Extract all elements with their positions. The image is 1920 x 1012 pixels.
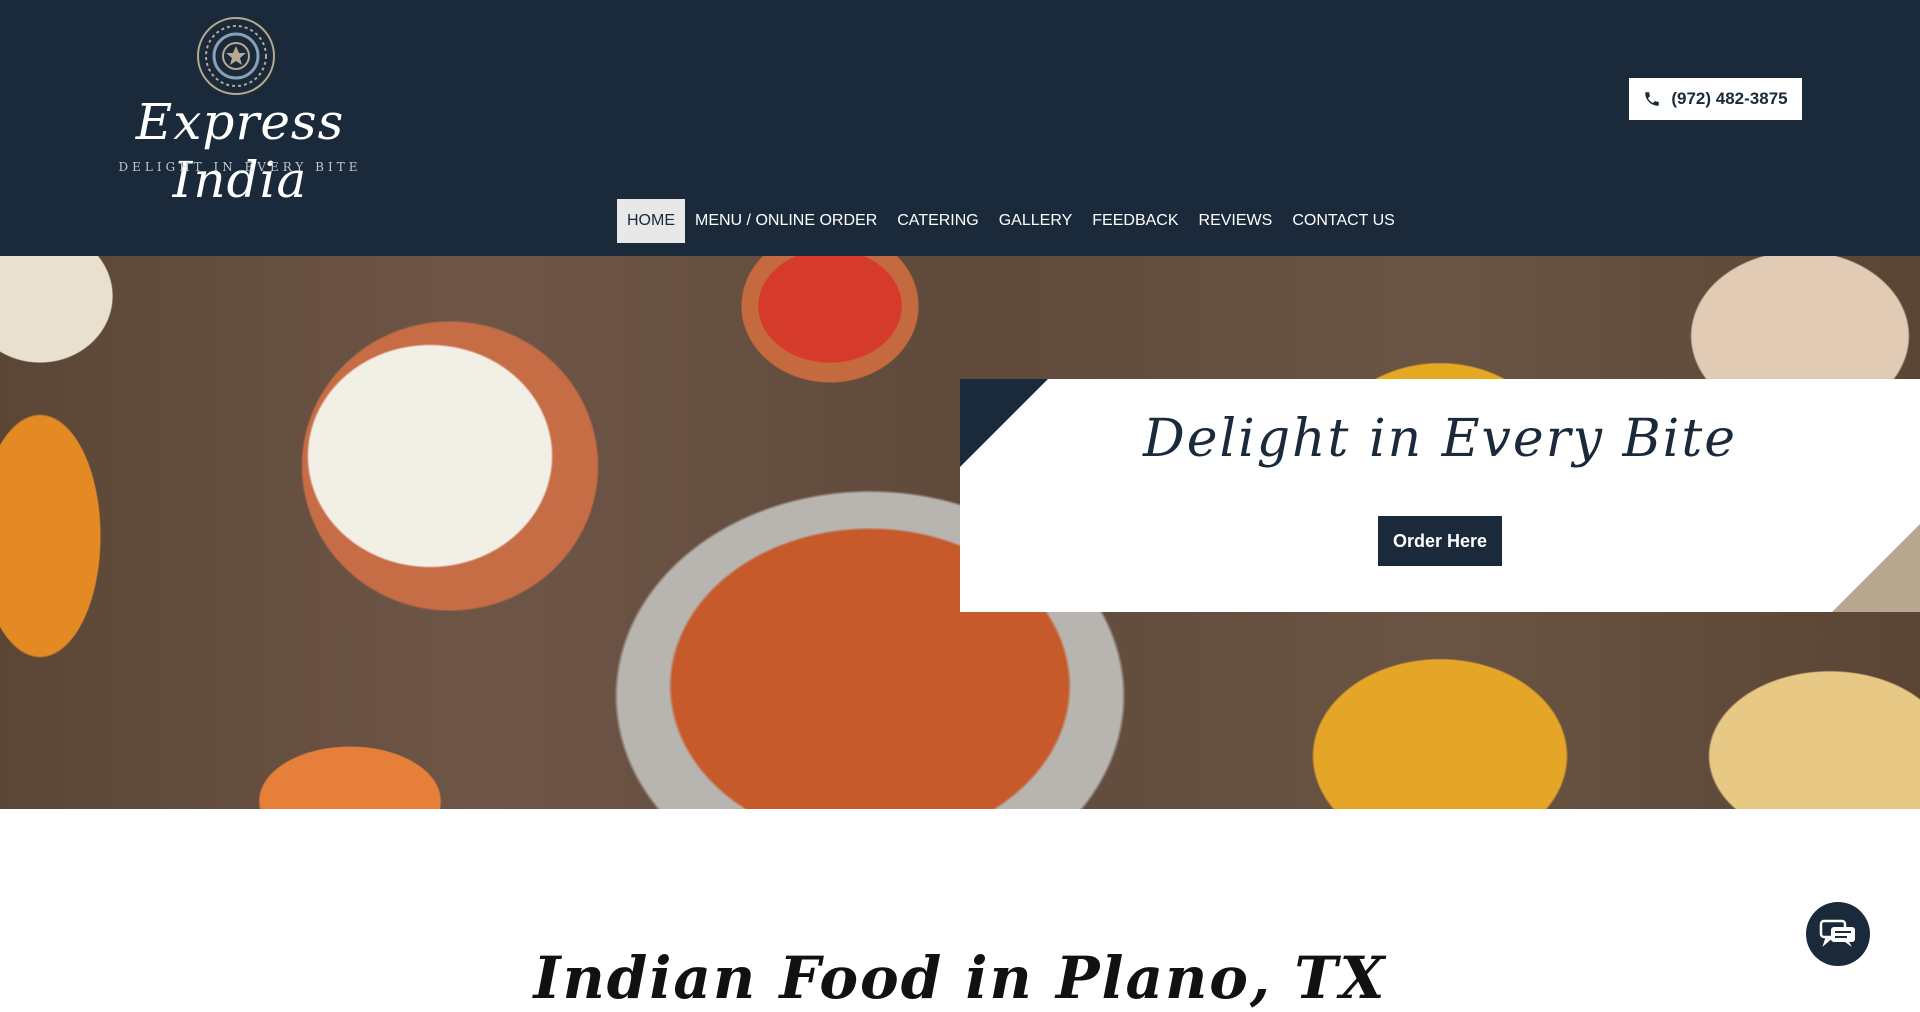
hero-banner: Delight in Every Bite Order Here xyxy=(0,256,1920,809)
nav-item-menu-online-order[interactable]: MENU / ONLINE ORDER xyxy=(685,199,887,243)
phone-button[interactable]: (972) 482-3875 xyxy=(1629,78,1802,120)
mandala-icon xyxy=(197,17,275,95)
section-title: Indian Food in Plano, TX xyxy=(533,943,1387,1012)
chat-button[interactable] xyxy=(1806,902,1870,966)
chat-icon xyxy=(1819,919,1855,947)
hero-tagline: Delight in Every Bite xyxy=(1143,409,1737,469)
main-nav: HOME MENU / ONLINE ORDER CATERING GALLER… xyxy=(617,199,1405,243)
nav-item-contact-us[interactable]: CONTACT US xyxy=(1282,199,1405,243)
site-header: Express India DELIGHT IN EVERY BITE (972… xyxy=(0,0,1920,256)
brand-tagline: DELIGHT IN EVERY BITE xyxy=(118,160,362,174)
site-logo[interactable]: Express India DELIGHT IN EVERY BITE xyxy=(115,15,365,209)
nav-item-home[interactable]: HOME xyxy=(617,199,685,243)
card-corner-accent xyxy=(1832,524,1920,612)
hero-card: Delight in Every Bite Order Here xyxy=(960,379,1920,612)
phone-icon xyxy=(1645,92,1660,106)
phone-number: (972) 482-3875 xyxy=(1671,89,1788,108)
brand-name: Express India xyxy=(135,93,345,209)
nav-item-catering[interactable]: CATERING xyxy=(887,199,988,243)
nav-item-reviews[interactable]: REVIEWS xyxy=(1189,199,1283,243)
order-here-button[interactable]: Order Here xyxy=(1378,516,1502,566)
nav-item-gallery[interactable]: GALLERY xyxy=(989,199,1083,243)
nav-item-feedback[interactable]: FEEDBACK xyxy=(1082,199,1188,243)
